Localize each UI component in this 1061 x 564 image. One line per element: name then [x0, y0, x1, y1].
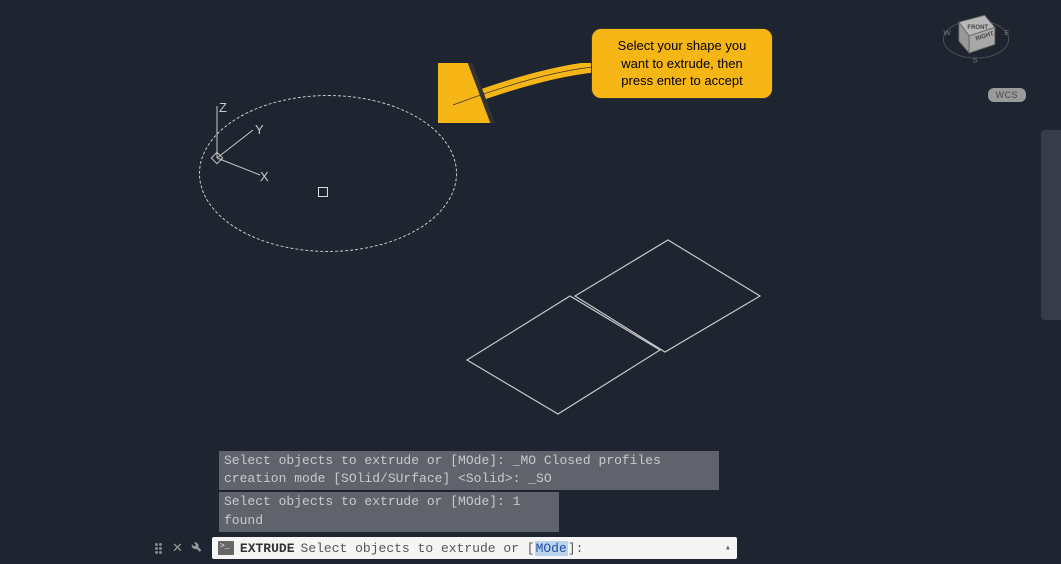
ucs-icon — [205, 100, 275, 180]
compass-e: E — [1004, 28, 1009, 37]
navigation-bar[interactable] — [1041, 130, 1061, 320]
prompt-suffix: ]: — [568, 541, 584, 556]
cursor-pickbox — [318, 187, 328, 197]
command-prompt-text: Select objects to extrude or [MOde]: — [301, 541, 584, 556]
callout-arrow-icon — [438, 63, 603, 123]
active-command-name: EXTRUDE — [240, 541, 295, 556]
prompt-prefix: Select objects to extrude or [ — [301, 541, 535, 556]
ucs-z-label: Z — [219, 100, 227, 115]
selected-ellipse[interactable] — [199, 95, 457, 252]
instruction-callout: Select your shape you want to extrude, t… — [591, 28, 773, 99]
viewcube-face-front: FRONT — [967, 25, 988, 31]
expand-history-icon[interactable]: ▴ — [725, 542, 731, 554]
customize-icon[interactable] — [189, 540, 203, 557]
command-bar: ✕ EXTRUDE Select objects to extrude or [… — [155, 536, 737, 560]
command-history-line: Select objects to extrude or [MOde]: _MO… — [219, 451, 719, 491]
compass-w: W — [943, 28, 951, 37]
compass-s: S — [973, 55, 978, 64]
rectangle-1[interactable] — [467, 296, 660, 414]
command-history: Select objects to extrude or [MOde]: _MO… — [219, 451, 719, 532]
close-icon[interactable]: ✕ — [172, 540, 183, 556]
ucs-y-label: Y — [255, 122, 264, 137]
rectangle-2[interactable] — [575, 240, 760, 352]
command-history-line: Select objects to extrude or [MOde]: 1 f… — [219, 492, 559, 532]
callout-text: Select your shape you want to extrude, t… — [618, 38, 747, 88]
command-prompt-icon — [218, 541, 234, 555]
wcs-badge[interactable]: WCS — [988, 88, 1027, 102]
ucs-x-label: X — [260, 169, 269, 184]
command-option[interactable]: MOde — [535, 541, 568, 556]
viewcube[interactable]: FRONT RIGHT S E W — [941, 5, 1011, 65]
viewcube-container: FRONT RIGHT S E W — [931, 0, 1031, 100]
command-input[interactable]: EXTRUDE Select objects to extrude or [MO… — [212, 537, 737, 559]
drag-grip-icon[interactable] — [155, 537, 165, 559]
